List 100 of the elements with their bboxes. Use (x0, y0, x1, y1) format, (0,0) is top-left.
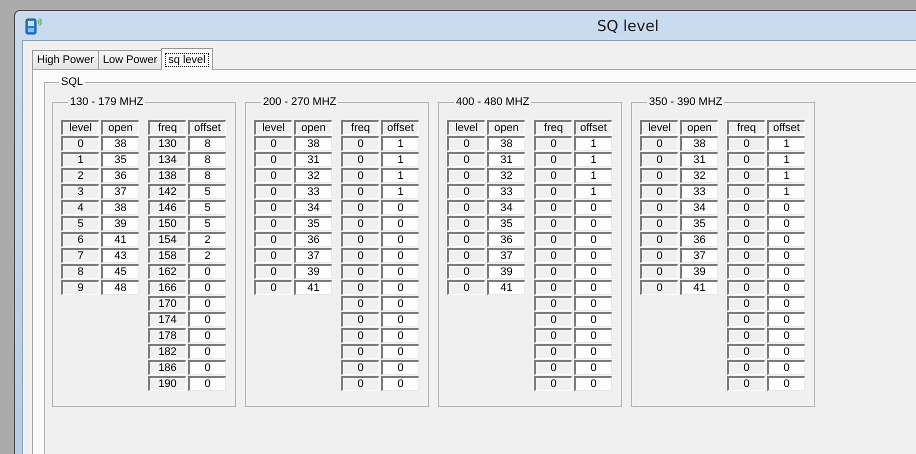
value-field[interactable]: 8 (188, 136, 226, 151)
value-field[interactable]: 1 (381, 184, 419, 199)
value-field[interactable]: 0 (767, 216, 805, 231)
value-field[interactable]: 43 (101, 248, 139, 263)
value-field[interactable]: 38 (101, 136, 139, 151)
value-field[interactable]: 1 (574, 152, 612, 167)
value-field[interactable]: 35 (294, 216, 332, 231)
value-field[interactable]: 0 (381, 344, 419, 359)
value-field[interactable]: 1 (381, 136, 419, 151)
value-field[interactable]: 1 (381, 152, 419, 167)
value-field[interactable]: 32 (680, 168, 718, 183)
value-field[interactable]: 33 (294, 184, 332, 199)
value-field[interactable]: 38 (294, 136, 332, 151)
value-field[interactable]: 0 (767, 312, 805, 327)
value-field[interactable]: 5 (188, 200, 226, 215)
value-field[interactable]: 1 (574, 136, 612, 151)
value-field[interactable]: 0 (767, 200, 805, 215)
value-field[interactable]: 0 (767, 280, 805, 295)
value-field[interactable]: 0 (574, 376, 612, 391)
value-field[interactable]: 31 (487, 152, 525, 167)
value-field[interactable]: 31 (294, 152, 332, 167)
value-field[interactable]: 0 (574, 360, 612, 375)
value-field[interactable]: 0 (767, 376, 805, 391)
value-field[interactable]: 1 (574, 184, 612, 199)
value-field[interactable]: 0 (381, 264, 419, 279)
value-field[interactable]: 33 (680, 184, 718, 199)
value-field[interactable]: 45 (101, 264, 139, 279)
value-field[interactable]: 34 (680, 200, 718, 215)
value-field[interactable]: 0 (188, 296, 226, 311)
value-field[interactable]: 1 (574, 168, 612, 183)
value-field[interactable]: 0 (381, 280, 419, 295)
value-field[interactable]: 41 (487, 280, 525, 295)
value-field[interactable]: 39 (487, 264, 525, 279)
value-field[interactable]: 0 (574, 264, 612, 279)
value-field[interactable]: 5 (188, 184, 226, 199)
value-field[interactable]: 0 (767, 232, 805, 247)
value-field[interactable]: 0 (381, 232, 419, 247)
value-field[interactable]: 37 (294, 248, 332, 263)
value-field[interactable]: 0 (381, 360, 419, 375)
value-field[interactable]: 35 (680, 216, 718, 231)
value-field[interactable]: 37 (487, 248, 525, 263)
tab[interactable]: sq level (161, 48, 213, 70)
value-field[interactable]: 36 (487, 232, 525, 247)
value-field[interactable]: 2 (188, 232, 226, 247)
value-field[interactable]: 0 (767, 248, 805, 263)
value-field[interactable]: 38 (101, 200, 139, 215)
value-field[interactable]: 1 (767, 168, 805, 183)
value-field[interactable]: 0 (381, 200, 419, 215)
value-field[interactable]: 0 (574, 232, 612, 247)
value-field[interactable]: 36 (680, 232, 718, 247)
value-field[interactable]: 0 (188, 360, 226, 375)
value-field[interactable]: 0 (574, 200, 612, 215)
value-field[interactable]: 39 (101, 216, 139, 231)
value-field[interactable]: 0 (574, 280, 612, 295)
value-field[interactable]: 37 (680, 248, 718, 263)
value-field[interactable]: 0 (188, 312, 226, 327)
value-field[interactable]: 38 (680, 136, 718, 151)
value-field[interactable]: 39 (294, 264, 332, 279)
value-field[interactable]: 0 (574, 344, 612, 359)
value-field[interactable]: 1 (381, 168, 419, 183)
value-field[interactable]: 0 (574, 328, 612, 343)
value-field[interactable]: 38 (487, 136, 525, 151)
value-field[interactable]: 41 (680, 280, 718, 295)
value-field[interactable]: 33 (487, 184, 525, 199)
value-field[interactable]: 0 (381, 296, 419, 311)
value-field[interactable]: 0 (381, 248, 419, 263)
tab[interactable]: High Power (32, 50, 99, 69)
value-field[interactable]: 32 (487, 168, 525, 183)
value-field[interactable]: 0 (767, 264, 805, 279)
value-field[interactable]: 8 (188, 152, 226, 167)
value-field[interactable]: 34 (294, 200, 332, 215)
value-field[interactable]: 36 (294, 232, 332, 247)
value-field[interactable]: 0 (188, 328, 226, 343)
value-field[interactable]: 8 (188, 168, 226, 183)
value-field[interactable]: 0 (381, 216, 419, 231)
value-field[interactable]: 35 (101, 152, 139, 167)
value-field[interactable]: 0 (381, 376, 419, 391)
value-field[interactable]: 0 (574, 296, 612, 311)
value-field[interactable]: 41 (101, 232, 139, 247)
value-field[interactable]: 0 (381, 312, 419, 327)
value-field[interactable]: 0 (381, 328, 419, 343)
value-field[interactable]: 31 (680, 152, 718, 167)
value-field[interactable]: 32 (294, 168, 332, 183)
value-field[interactable]: 39 (680, 264, 718, 279)
value-field[interactable]: 35 (487, 216, 525, 231)
value-field[interactable]: 41 (294, 280, 332, 295)
value-field[interactable]: 1 (767, 184, 805, 199)
value-field[interactable]: 0 (574, 312, 612, 327)
value-field[interactable]: 5 (188, 216, 226, 231)
value-field[interactable]: 1 (767, 152, 805, 167)
value-field[interactable]: 0 (188, 344, 226, 359)
value-field[interactable]: 0 (574, 216, 612, 231)
value-field[interactable]: 0 (574, 248, 612, 263)
value-field[interactable]: 0 (767, 296, 805, 311)
value-field[interactable]: 36 (101, 168, 139, 183)
value-field[interactable]: 0 (767, 344, 805, 359)
value-field[interactable]: 48 (101, 280, 139, 295)
value-field[interactable]: 37 (101, 184, 139, 199)
value-field[interactable]: 34 (487, 200, 525, 215)
tab[interactable]: Low Power (98, 50, 162, 69)
